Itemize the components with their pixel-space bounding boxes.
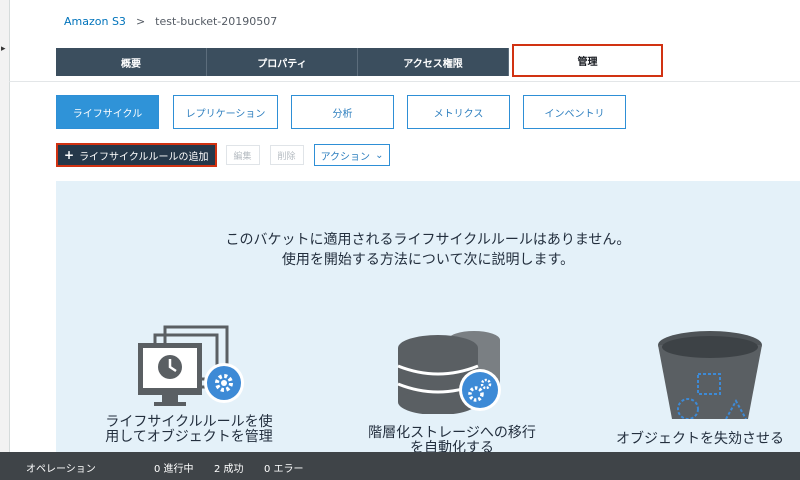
feature-caption-lifecycle: ライフサイクルルールを使 用してオブジェクトを管理 (94, 415, 284, 445)
subtab-inventory[interactable]: インベントリ (523, 95, 626, 129)
tab-overview[interactable]: 概要 (56, 48, 207, 76)
actions-dropdown-button[interactable]: アクション ⌄ (313, 144, 391, 166)
operations-status-bar[interactable]: オペレーション 0 進行中 2 成功 0 エラー (0, 452, 800, 480)
feature-caption-tiering-line-1: 階層化ストレージへの移行 (368, 425, 536, 441)
feature-caption-lifecycle-line-2: 用してオブジェクトを管理 (105, 429, 273, 445)
tab-divider (9, 81, 800, 82)
empty-state-line-2: 使用を開始する方法について次に説明します。 (281, 252, 575, 268)
delete-button[interactable]: 削除 (269, 145, 304, 165)
subtab-metrics[interactable]: メトリクス (407, 95, 510, 129)
feature-caption-lifecycle-line-1: ライフサイクルルールを使 (105, 414, 273, 430)
breadcrumb-separator-icon: > (135, 15, 146, 28)
sidebar-toggle[interactable]: ▸ (0, 0, 10, 452)
empty-state-line-1: このバケットに適用されるライフサイクルルールはありません。 (225, 232, 631, 248)
error-count: 0 エラー (264, 464, 304, 475)
chevron-right-icon: ▸ (1, 44, 6, 54)
main-tabs: 概要 プロパティ アクセス権限 管理 (56, 44, 663, 77)
tab-properties[interactable]: プロパティ (207, 48, 358, 76)
plus-icon: + (64, 148, 75, 162)
lifecycle-toolbar: + ライフサイクルルールの追加 編集 削除 アクション ⌄ (56, 143, 391, 167)
operations-label: オペレーション (26, 464, 96, 475)
chevron-down-icon: ⌄ (375, 149, 384, 161)
in-progress-count: 0 進行中 (154, 464, 194, 475)
breadcrumb-link-s3[interactable]: Amazon S3 (64, 15, 126, 28)
empty-state-message: このバケットに適用されるライフサイクルルールはありません。 使用を開始する方法に… (56, 230, 800, 270)
monitor-clock-gear-icon (138, 325, 244, 406)
edit-button[interactable]: 編集 (225, 145, 260, 165)
add-lifecycle-rule-button[interactable]: + ライフサイクルルールの追加 (56, 143, 217, 167)
subtab-replication[interactable]: レプリケーション (173, 95, 278, 129)
tab-permissions[interactable]: アクセス権限 (358, 48, 509, 76)
subtab-lifecycle[interactable]: ライフサイクル (56, 95, 159, 129)
subtab-analytics[interactable]: 分析 (291, 95, 394, 129)
success-count: 2 成功 (214, 464, 244, 475)
database-storage-gear-icon (397, 331, 501, 414)
tab-management[interactable]: 管理 (512, 44, 663, 77)
add-lifecycle-rule-label: ライフサイクルルールの追加 (79, 151, 209, 163)
feature-caption-tiering-line-2: を自動化する (410, 440, 494, 453)
breadcrumb: Amazon S3 > test-bucket-20190507 (64, 15, 277, 28)
empty-state-panel: このバケットに適用されるライフサイクルルールはありません。 使用を開始する方法に… (56, 181, 800, 452)
feature-caption-tiering: 階層化ストレージへの移行 を自動化する (352, 425, 552, 453)
actions-label: アクション (320, 151, 371, 163)
feature-caption-expire: オブジェクトを失効させる (616, 432, 800, 447)
breadcrumb-bucket-name: test-bucket-20190507 (155, 15, 278, 28)
bucket-expire-icon (658, 331, 762, 419)
feature-caption-expire-line-1: オブジェクトを失効させる (616, 431, 784, 447)
management-subtabs: ライフサイクル レプリケーション 分析 メトリクス インベントリ (56, 95, 626, 129)
